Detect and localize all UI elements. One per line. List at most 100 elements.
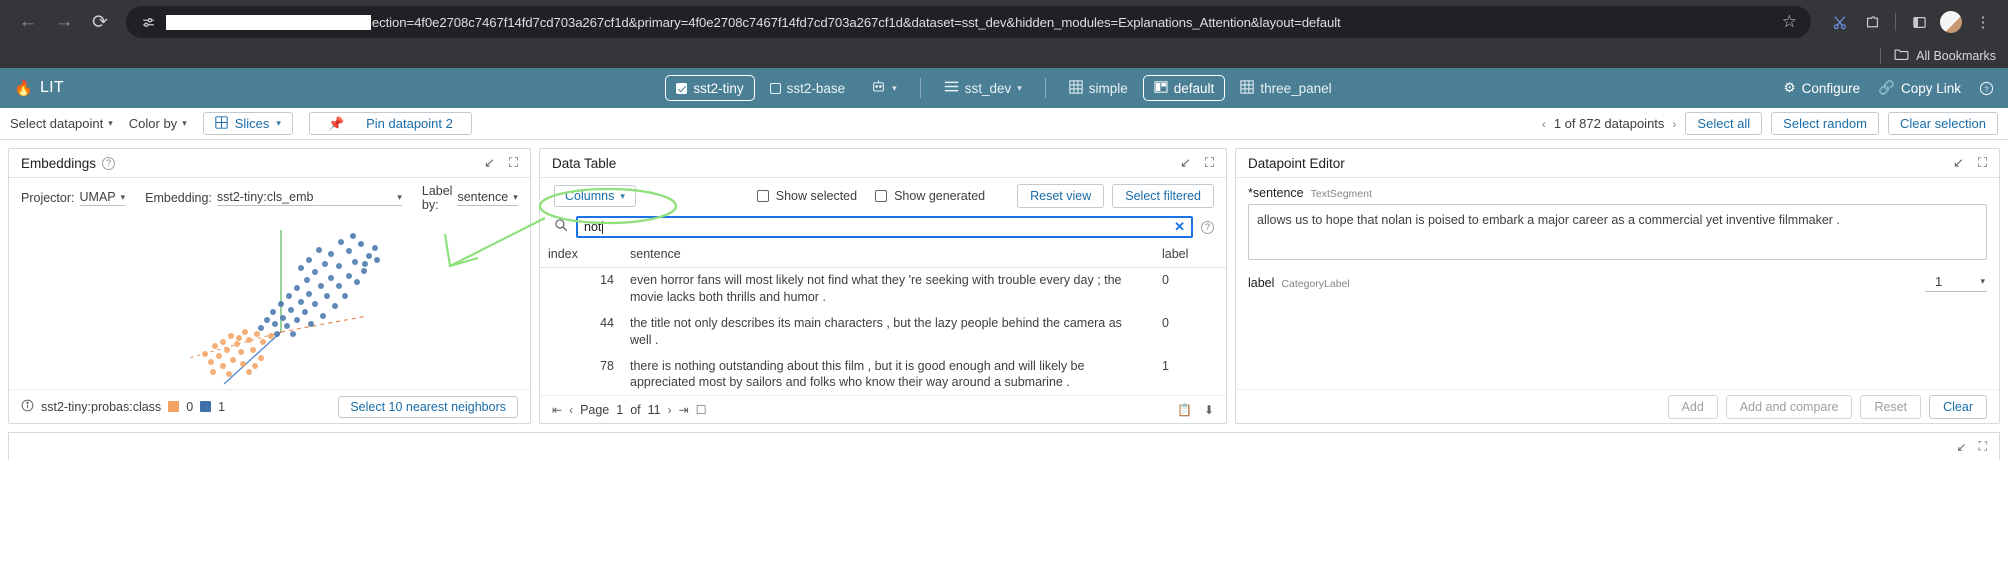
scissors-icon[interactable]: [1825, 7, 1855, 37]
clear-selection-button[interactable]: Clear selection: [1888, 112, 1998, 135]
data-table-filters: Show selected Show generated: [757, 189, 985, 203]
model-picker-button[interactable]: ▾: [860, 75, 908, 101]
reload-icon[interactable]: ⟳: [82, 4, 118, 40]
svg-text:?: ?: [1984, 84, 1988, 93]
cell-label: 0: [1154, 311, 1226, 354]
slices-label: Slices: [235, 116, 270, 131]
model-chip-sst2-tiny[interactable]: sst2-tiny: [665, 75, 754, 101]
add-button[interactable]: Add: [1668, 395, 1718, 419]
label-by-dropdown[interactable]: sentence ▾: [457, 190, 517, 206]
minimize-icon[interactable]: ↙: [1180, 155, 1191, 171]
checkbox-unchecked-icon: [770, 83, 781, 94]
chevron-left-icon[interactable]: ‹: [569, 403, 573, 417]
column-header-index[interactable]: index: [540, 242, 622, 268]
minimize-icon[interactable]: ↙: [1953, 155, 1964, 171]
chevron-right-icon[interactable]: ›: [668, 403, 672, 417]
select-datapoint-dropdown[interactable]: Select datapoint ▾: [10, 116, 113, 131]
panel-title: Embeddings: [21, 156, 96, 171]
fullscreen-icon[interactable]: ⛶: [1979, 439, 1987, 454]
layout-chip-default[interactable]: default: [1143, 75, 1226, 101]
table-row[interactable]: 44 the title not only describes its main…: [540, 311, 1226, 354]
embedding-value: sst2-tiny:cls_emb: [217, 190, 314, 204]
select-box-icon[interactable]: ☐: [696, 403, 707, 417]
back-icon[interactable]: ←: [10, 4, 46, 40]
last-page-icon[interactable]: ⇥: [679, 403, 689, 417]
pin-datapoint-button[interactable]: 📌 Pin datapoint 2: [309, 112, 472, 135]
table-row[interactable]: 78 there is nothing outstanding about th…: [540, 354, 1226, 396]
slices-icon: [215, 116, 228, 132]
page-total: 11: [648, 403, 661, 417]
close-icon[interactable]: ✕: [1174, 219, 1185, 235]
bookmark-star-icon[interactable]: ☆: [1776, 12, 1803, 32]
dataset-chip-group: sst_dev ▾: [921, 75, 1045, 101]
info-circle-icon[interactable]: [21, 399, 34, 415]
address-bar[interactable]: uc.a.run.app/?models=sst2-tiny&selection…: [126, 6, 1811, 38]
side-panel-icon[interactable]: [1904, 7, 1934, 37]
embeddings-scatter-plot[interactable]: [9, 216, 530, 389]
data-table-action-buttons: Reset view Select filtered: [1017, 184, 1214, 208]
minimize-icon[interactable]: ↙: [484, 155, 495, 171]
data-table-panel-header: Data Table ↙ ⛶: [540, 149, 1226, 178]
fullscreen-icon[interactable]: ⛶: [509, 155, 518, 171]
select-all-button[interactable]: Select all: [1685, 112, 1762, 135]
copy-icon[interactable]: 📋: [1177, 403, 1192, 417]
column-header-label[interactable]: label: [1154, 242, 1226, 268]
add-and-compare-button[interactable]: Add and compare: [1726, 395, 1853, 419]
dataset-chip-label: sst_dev: [965, 81, 1012, 96]
select-nearest-neighbors-button[interactable]: Select 10 nearest neighbors: [338, 396, 518, 418]
copy-link-button[interactable]: 🔗 Copy Link: [1878, 80, 1961, 96]
clear-button[interactable]: Clear: [1929, 395, 1987, 419]
dataset-chip[interactable]: sst_dev ▾: [933, 75, 1033, 101]
chevron-left-icon[interactable]: ‹: [1542, 117, 1546, 131]
copy-link-label: Copy Link: [1901, 81, 1961, 96]
model-chip-sst2-base[interactable]: sst2-base: [759, 75, 857, 101]
of-label: of: [630, 403, 640, 417]
help-circle-icon[interactable]: ?: [1979, 81, 1994, 96]
show-selected-checkbox[interactable]: Show selected: [757, 189, 857, 203]
profile-avatar[interactable]: [1936, 7, 1966, 37]
fullscreen-icon[interactable]: ⛶: [1205, 155, 1214, 171]
help-circle-icon[interactable]: ?: [1201, 221, 1214, 234]
download-icon[interactable]: ⬇: [1204, 403, 1214, 417]
bookmarks-divider: [1880, 48, 1881, 64]
projector-dropdown[interactable]: UMAP ▾: [80, 190, 126, 206]
search-input-value: not: [584, 220, 601, 234]
slices-button[interactable]: Slices ▾: [203, 112, 293, 135]
layout-chip-simple[interactable]: simple: [1058, 75, 1139, 101]
kebab-menu-icon[interactable]: ⋮: [1968, 7, 1998, 37]
reset-button[interactable]: Reset: [1860, 395, 1921, 419]
show-generated-checkbox[interactable]: Show generated: [875, 189, 985, 203]
column-header-sentence[interactable]: sentence: [622, 242, 1154, 268]
site-settings-icon[interactable]: [138, 12, 158, 32]
color-by-dropdown[interactable]: Color by ▾: [129, 116, 187, 131]
configure-button[interactable]: ⚙ Configure: [1783, 80, 1860, 96]
all-bookmarks-label[interactable]: All Bookmarks: [1916, 49, 1996, 63]
embedding-label: Embedding:: [145, 191, 212, 205]
cell-index: 14: [540, 268, 622, 311]
robot-icon: [871, 79, 886, 97]
extensions-icon[interactable]: [1857, 7, 1887, 37]
reset-view-button[interactable]: Reset view: [1017, 184, 1104, 208]
search-input[interactable]: not ✕: [576, 216, 1193, 238]
cell-sentence: even horror fans will most likely not fi…: [622, 268, 1154, 311]
select-filtered-button[interactable]: Select filtered: [1112, 184, 1214, 208]
sentence-input[interactable]: allows us to hope that nolan is poised t…: [1248, 204, 1987, 260]
fullscreen-icon[interactable]: ⛶: [1978, 155, 1987, 171]
help-circle-icon[interactable]: ?: [102, 157, 115, 170]
minimize-icon[interactable]: ↙: [1957, 440, 1967, 454]
select-random-button[interactable]: Select random: [1771, 112, 1879, 135]
first-page-icon[interactable]: ⇤: [552, 403, 562, 417]
embedding-dropdown[interactable]: sst2-tiny:cls_emb ▾: [217, 190, 402, 206]
cell-sentence: there is nothing outstanding about this …: [622, 354, 1154, 396]
chevron-right-icon[interactable]: ›: [1672, 117, 1676, 131]
table-row[interactable]: 14 even horror fans will most likely not…: [540, 268, 1226, 311]
columns-button[interactable]: Columns ▾: [554, 185, 636, 207]
lit-brand[interactable]: 🔥 LIT: [14, 79, 64, 97]
label-select[interactable]: 1 ▾: [1925, 274, 1987, 292]
layout-chip-three-panel[interactable]: three_panel: [1229, 75, 1342, 101]
forward-icon[interactable]: →: [46, 4, 82, 40]
dataset-list-icon: [944, 80, 959, 96]
page-label: Page: [580, 403, 609, 417]
embeddings-title-group: Embeddings ?: [21, 156, 115, 171]
datapoint-counter-label: 1 of 872 datapoints: [1554, 116, 1665, 131]
